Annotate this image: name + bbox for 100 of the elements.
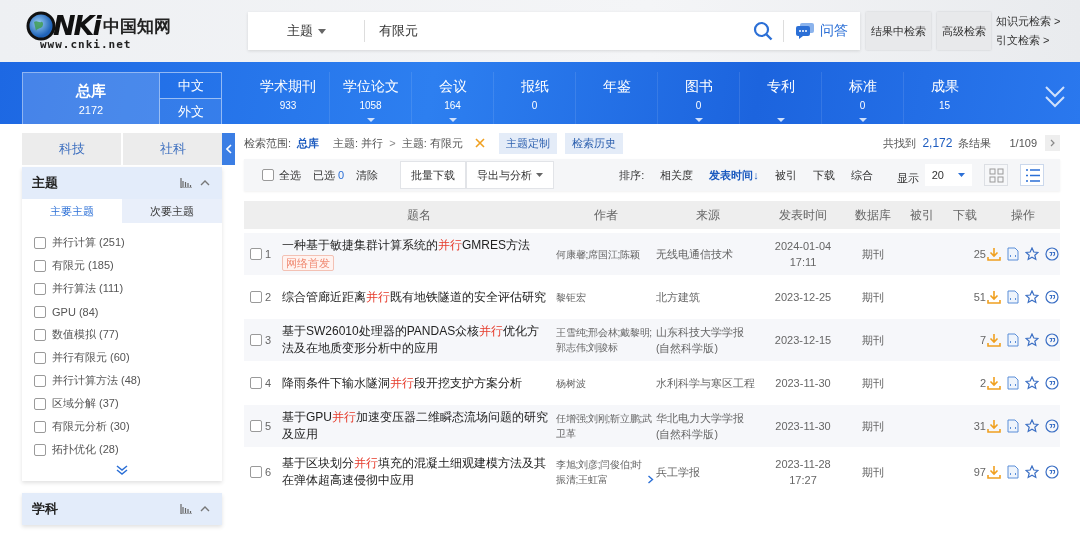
sort-option[interactable]: 下载 — [812, 167, 835, 183]
facet-option[interactable]: 并行有限元 (60) — [52, 350, 130, 365]
source-link[interactable]: 山东科技大学学报(自然科学版) — [656, 324, 760, 356]
checkbox[interactable] — [34, 305, 46, 318]
source-link[interactable]: 无线电通信技术 — [656, 246, 760, 262]
authors-text[interactable]: 杨树波 — [556, 375, 586, 391]
source-link[interactable]: 北方建筑 — [656, 289, 760, 305]
download-icon[interactable] — [987, 419, 1001, 433]
download-button[interactable]: 批量下载 — [400, 161, 467, 189]
facet-option[interactable]: 区域分解 (37) — [52, 396, 119, 411]
search-query[interactable]: 有限元 — [379, 22, 753, 40]
expand-more-icon[interactable] — [116, 465, 128, 475]
facet-header[interactable]: 学科 — [22, 493, 222, 525]
search-button[interactable]: 高级检索 — [937, 12, 991, 50]
filter-crumb[interactable]: 主题: 并行 — [333, 135, 384, 151]
qa-button[interactable]: 问答 — [796, 22, 848, 40]
source-tab[interactable]: 社科 — [123, 133, 222, 165]
collapse-icon[interactable] — [200, 506, 210, 512]
facet-option[interactable]: GPU (84) — [52, 305, 99, 318]
html-document-icon[interactable] — [1007, 376, 1019, 390]
authors-text[interactable]: 何康馨;席国江;陈颖 — [556, 246, 640, 262]
authors-text[interactable]: 李旭;刘彦;闫俊伯;时振清;王虹富 — [556, 457, 645, 487]
search-icon[interactable] — [753, 21, 773, 41]
collapse-sidebar-button[interactable] — [222, 133, 235, 165]
html-document-icon[interactable] — [1007, 290, 1019, 304]
quote-icon[interactable] — [1045, 465, 1059, 479]
page-size-dropdown[interactable]: 20 — [924, 164, 972, 186]
quote-icon[interactable] — [1045, 247, 1059, 261]
query-chip-button[interactable]: 检索历史 — [564, 132, 623, 154]
search-link[interactable]: 知识元检索 > — [996, 14, 1061, 29]
title-link[interactable]: 一种基于敏捷集群计算系统的并行GMRES方法 — [282, 237, 556, 254]
checkbox[interactable] — [250, 377, 262, 389]
download-icon[interactable] — [987, 333, 1001, 347]
title-link[interactable]: 基于GPU并行加速变压器二维瞬态流场问题的研究及应用 — [282, 409, 556, 443]
facet-tab[interactable]: 次要主题 — [122, 199, 222, 223]
star-icon[interactable] — [1025, 376, 1039, 390]
next-page-button[interactable] — [1045, 135, 1060, 151]
sort-option[interactable]: 被引 — [774, 167, 797, 183]
checkbox[interactable] — [34, 374, 46, 387]
checkbox[interactable] — [34, 443, 46, 456]
checkbox[interactable] — [34, 397, 46, 410]
bar-chart-icon[interactable] — [180, 504, 192, 514]
checkbox[interactable] — [34, 351, 46, 364]
database-tab[interactable]: 成果 15 — [903, 72, 985, 124]
title-link[interactable]: 基于SW26010处理器的PANDAS众核并行优化方法及在地质变形分析中的应用 — [282, 323, 556, 357]
download-icon[interactable] — [987, 247, 1001, 261]
star-icon[interactable] — [1025, 419, 1039, 433]
star-icon[interactable] — [1025, 465, 1039, 479]
sort-option[interactable]: 相关度 — [660, 167, 694, 183]
checkbox[interactable] — [34, 420, 46, 433]
checkbox[interactable] — [250, 291, 262, 303]
download-icon[interactable] — [987, 290, 1001, 304]
source-link[interactable]: 兵工学报 — [656, 464, 760, 480]
source-tab[interactable]: 科技 — [22, 133, 121, 165]
search-button[interactable]: 结果中检索 — [866, 12, 931, 50]
expand-icon[interactable] — [1044, 84, 1066, 110]
library-tab[interactable]: 总库 2172 — [23, 73, 159, 124]
database-tab[interactable]: 年鉴 — [575, 72, 657, 124]
sort-option[interactable]: 综合 — [850, 167, 873, 183]
facet-option[interactable]: 并行计算方法 (48) — [52, 373, 141, 388]
html-document-icon[interactable] — [1007, 465, 1019, 479]
database-tab[interactable]: 标准 0 — [821, 72, 903, 124]
database-tab[interactable]: 专利 — [739, 72, 821, 124]
title-link[interactable]: 基于区块划分并行填充的混凝土细观建模方法及其在弹体超高速侵彻中应用 — [282, 455, 556, 489]
database-tab[interactable]: 学术期刊 933 — [247, 72, 329, 124]
query-chip-button[interactable]: 主题定制 — [498, 132, 557, 154]
close-icon[interactable] — [474, 138, 485, 148]
checkbox[interactable] — [34, 328, 46, 341]
checkbox[interactable] — [262, 169, 274, 181]
facet-option[interactable]: 有限元 (185) — [52, 258, 114, 273]
scope-link[interactable]: 总库 — [297, 135, 320, 151]
search-field-dropdown[interactable]: 主题 — [248, 22, 364, 40]
quote-icon[interactable] — [1045, 419, 1059, 433]
clear-link[interactable]: 清除 — [356, 167, 379, 183]
star-icon[interactable] — [1025, 333, 1039, 347]
filter-crumb[interactable]: 主题: 有限元 — [401, 135, 463, 151]
star-icon[interactable] — [1025, 290, 1039, 304]
checkbox[interactable] — [250, 334, 262, 346]
facet-option[interactable]: 并行计算 (251) — [52, 235, 125, 250]
view-toggle[interactable] — [1020, 164, 1044, 186]
authors-text[interactable]: 黎钜宏 — [556, 289, 586, 305]
authors-text[interactable]: 任增强;刘刚;靳立鹏;武卫革 — [556, 411, 654, 441]
bar-chart-icon[interactable] — [180, 178, 192, 188]
select-all-label[interactable]: 全选 — [279, 167, 301, 183]
title-link[interactable]: 综合管廊近距离并行既有地铁隧道的安全评估研究 — [282, 288, 556, 306]
html-document-icon[interactable] — [1007, 419, 1019, 433]
checkbox[interactable] — [34, 236, 46, 249]
quote-icon[interactable] — [1045, 290, 1059, 304]
language-tab[interactable]: 外文 — [159, 98, 221, 124]
checkbox[interactable] — [34, 282, 46, 295]
more-authors-icon[interactable] — [647, 475, 654, 484]
checkbox[interactable] — [34, 259, 46, 272]
view-toggle[interactable] — [984, 164, 1008, 186]
download-icon[interactable] — [987, 465, 1001, 479]
quote-icon[interactable] — [1045, 333, 1059, 347]
database-tab[interactable]: 会议 164 — [411, 72, 493, 124]
html-document-icon[interactable] — [1007, 333, 1019, 347]
star-icon[interactable] — [1025, 247, 1039, 261]
collapse-icon[interactable] — [200, 180, 210, 186]
language-tab[interactable]: 中文 — [159, 73, 221, 98]
